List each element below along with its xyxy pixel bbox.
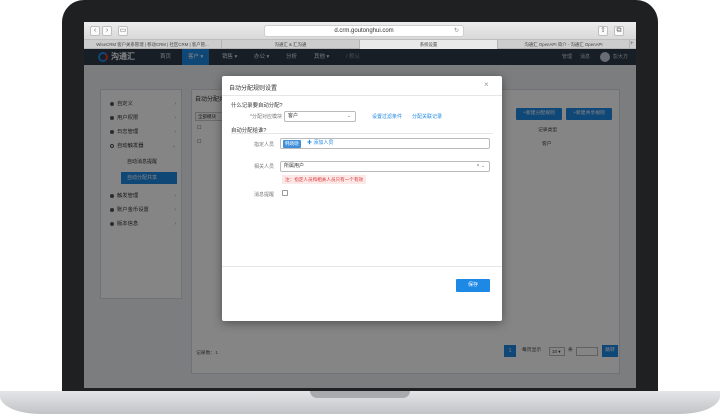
dialog-title: 自动分配规则设置 [229,86,278,92]
assignee-label: 指定人员 [253,142,274,148]
module-label: *分配对应模块 [250,114,282,120]
save-button[interactable]: 保存 [456,279,490,292]
section-what-records: 什么记录要自动分配? [231,103,283,109]
back-icon[interactable]: ‹ [90,26,100,36]
browser-tab-bar: WiseCRM 客户关系管理 | 移动CRM | 社区CRM | 客户管... … [84,40,636,49]
chevron-down-icon: ⌄ [346,113,351,119]
assignee-field[interactable]: 韩晓晓 ✚ 添加人员 [280,138,490,149]
assign-related-link[interactable]: 分配关联记录 [412,113,442,120]
address-bar[interactable]: d.crm.goutonghui.com ↻ [264,25,464,37]
notify-label: 消息提醒 [253,192,274,198]
tabs-overview-icon[interactable]: ⧉ [614,26,624,36]
notify-checkbox[interactable] [282,190,288,196]
forward-icon[interactable]: › [102,26,112,36]
screen: ‹ › ▭ d.crm.goutonghui.com ↻ ⇧ ⧉ WiseCRM… [84,22,636,388]
related-select[interactable]: 所属用户 × ⌄ [280,161,490,172]
browser-tab[interactable]: WiseCRM 客户关系管理 | 移动CRM | 社区CRM | 客户管... [84,40,222,49]
add-person-link[interactable]: ✚ 添加人员 [307,139,333,148]
module-value: 客户 [288,113,299,119]
related-value: 所属用户 [284,163,305,169]
set-filter-link[interactable]: 设置过滤条件 [372,113,402,120]
divider [222,266,502,267]
new-tab-icon[interactable]: + [630,40,634,49]
laptop-notch [310,391,410,398]
browser-tab-active[interactable]: 系统设置 [360,40,498,49]
related-label: 相关人员 [253,164,274,170]
assignee-tag[interactable]: 韩晓晓 [283,140,301,148]
browser-tab[interactable]: 沟通汇 & 汇沟通 [222,40,360,49]
app: 沟通汇 首页 客户 ▾ 销售 ▾ 办公 ▾ 分析 其他 ▾ / 默认 管理 消息… [84,49,636,388]
address-text: d.crm.goutonghui.com [334,28,394,34]
sidebar-toggle-icon[interactable]: ▭ [118,26,128,36]
share-icon[interactable]: ⇧ [598,26,608,36]
divider [231,133,493,134]
assign-rule-dialog: 自动分配规则设置 × 什么记录要自动分配? *分配对应模块 客户 ⌄ 设置过滤条… [222,76,502,321]
clear-and-chevron-icon[interactable]: × ⌄ [477,162,486,171]
module-select[interactable]: 客户 ⌄ [284,111,356,122]
divider [222,95,502,96]
browser-tab[interactable]: 沟通汇 OpenAPI 简介 - 沟通汇 OpenAPI [498,40,630,49]
close-icon[interactable]: × [484,80,489,90]
browser-toolbar: ‹ › ▭ d.crm.goutonghui.com ↻ ⇧ ⧉ [84,22,636,40]
reload-icon[interactable]: ↻ [454,26,459,36]
warning-text: 注：指定人员和相关人员只有一个有效 [282,175,367,184]
